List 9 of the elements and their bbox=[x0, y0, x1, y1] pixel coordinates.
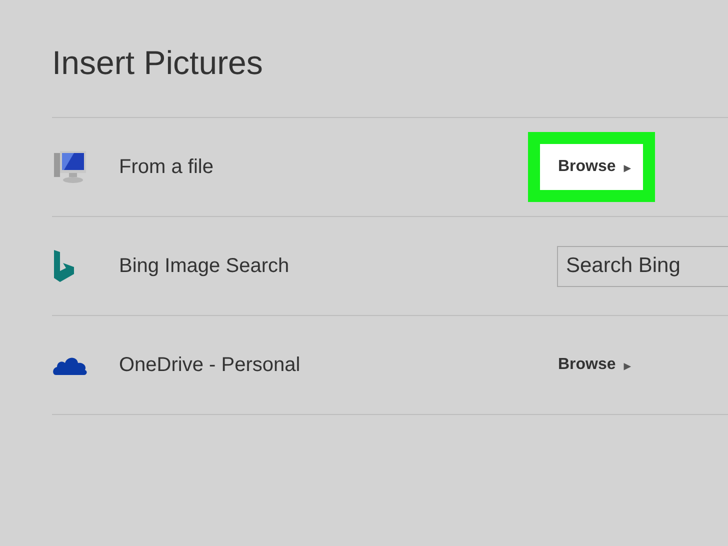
source-label: From a file bbox=[119, 156, 214, 178]
search-field[interactable]: Search Bing bbox=[557, 246, 728, 286]
browse-button[interactable]: Browse ▸ bbox=[528, 345, 659, 385]
bing-logo-icon bbox=[52, 249, 76, 283]
dialog-title: Insert Pictures bbox=[52, 44, 263, 82]
source-label: Bing Image Search bbox=[119, 254, 290, 278]
source-label: OneDrive - Personal bbox=[119, 354, 300, 376]
computer-icon bbox=[52, 149, 88, 185]
browse-button[interactable]: Browse ▸ bbox=[528, 132, 655, 202]
